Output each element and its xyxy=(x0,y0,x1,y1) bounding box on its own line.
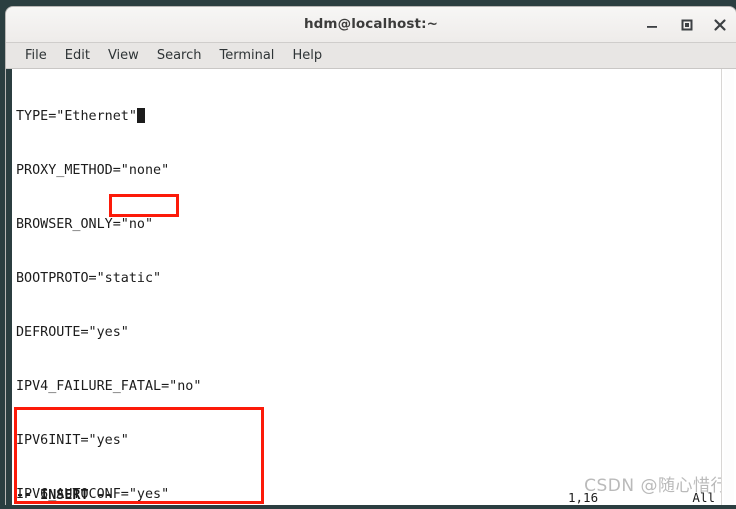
window-title: hdm@localhost:~ xyxy=(303,16,439,32)
terminal-line-text: BOOTPROTO="static" xyxy=(16,271,162,286)
terminal-scrollbar[interactable] xyxy=(721,69,736,509)
minimize-icon[interactable] xyxy=(642,15,662,35)
menu-item-file[interactable]: File xyxy=(16,46,56,65)
terminal-line: BROWSER_ONLY="no" xyxy=(16,216,721,234)
terminal-line: BOOTPROTO="static" xyxy=(16,270,721,288)
menubar: File Edit View Search Terminal Help xyxy=(6,43,736,69)
terminal-line: IPV6INIT="yes" xyxy=(16,432,721,450)
close-icon[interactable] xyxy=(710,15,730,35)
terminal-line-text: PROXY_METHOD="none" xyxy=(16,163,170,178)
terminal-line: TYPE="Ethernet" xyxy=(16,108,721,126)
desktop-bottom-strip xyxy=(0,505,736,509)
terminal-scrollbar-thumb[interactable] xyxy=(724,69,734,509)
terminal-screen[interactable]: TYPE="Ethernet" PROXY_METHOD="none" BROW… xyxy=(12,69,721,509)
menu-item-view[interactable]: View xyxy=(99,46,148,65)
terminal-line: DEFROUTE="yes" xyxy=(16,324,721,342)
terminal-line: PROXY_METHOD="none" xyxy=(16,162,721,180)
terminal-line-text: DEFROUTE="yes" xyxy=(16,325,129,340)
menu-item-edit[interactable]: Edit xyxy=(56,46,99,65)
vim-mode-indicator: -- INSERT -- xyxy=(16,488,113,503)
terminal-line-text: IPV4_FAILURE_FATAL="no" xyxy=(16,379,202,394)
menu-item-terminal[interactable]: Terminal xyxy=(210,46,283,65)
text-cursor xyxy=(136,108,145,123)
terminal-line-text: BROWSER_ONLY="no" xyxy=(16,217,154,232)
terminal-area[interactable]: TYPE="Ethernet" PROXY_METHOD="none" BROW… xyxy=(6,69,736,509)
terminal-window: hdm@localhost:~ File Edit View Search Te… xyxy=(6,7,736,509)
menu-item-search[interactable]: Search xyxy=(148,46,211,65)
terminal-line-text: IPV6INIT="yes" xyxy=(16,433,129,448)
vim-cursor-position: 1,16 xyxy=(568,490,599,505)
terminal-line-text: TYPE="Ethernet" xyxy=(16,109,137,124)
terminal-line: IPV4_FAILURE_FATAL="no" xyxy=(16,378,721,396)
desktop-background: hdm@localhost:~ File Edit View Search Te… xyxy=(0,0,736,509)
menu-item-help[interactable]: Help xyxy=(283,46,331,65)
window-titlebar[interactable]: hdm@localhost:~ xyxy=(6,7,736,43)
maximize-icon[interactable] xyxy=(677,15,697,35)
vim-scroll-indicator: All xyxy=(692,490,715,505)
